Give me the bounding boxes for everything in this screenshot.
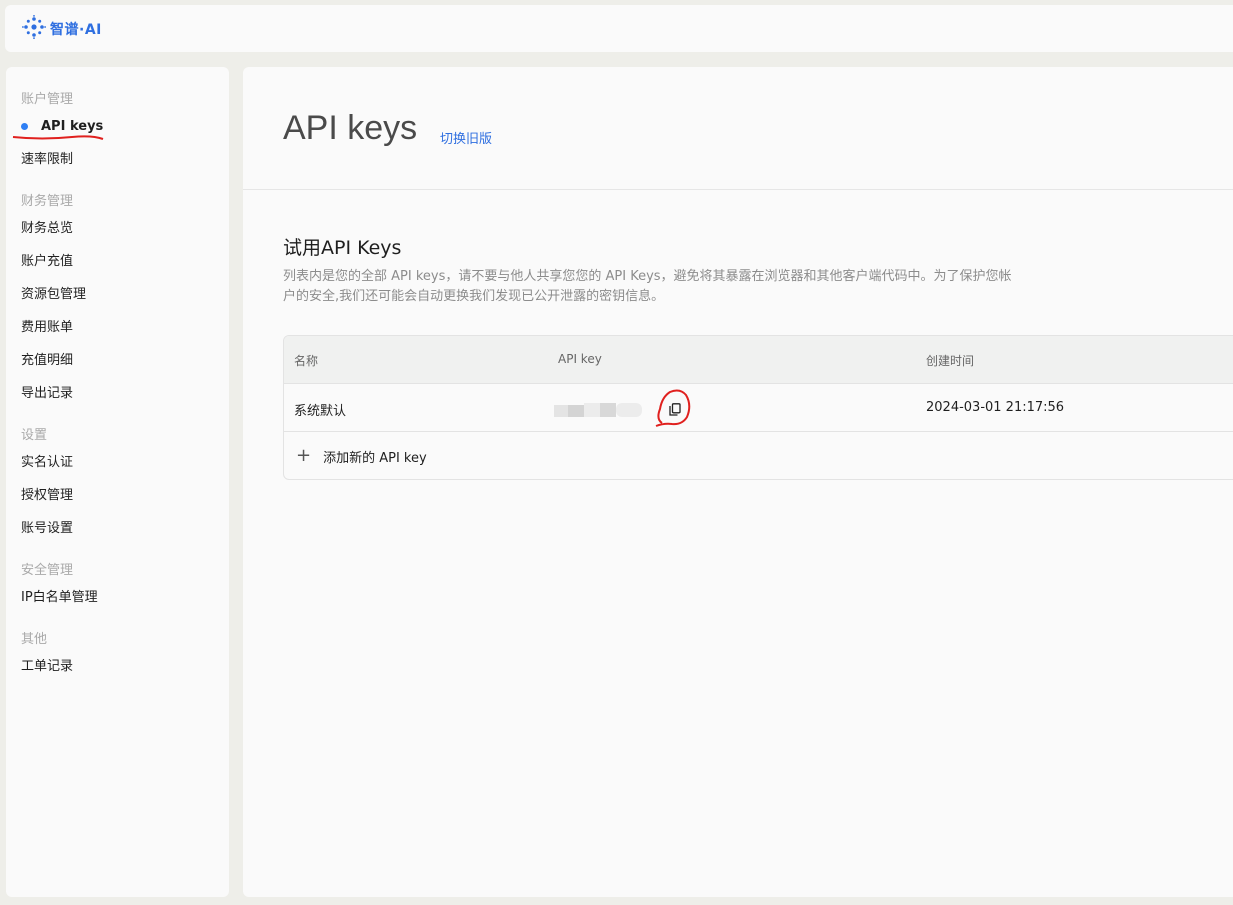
sidebar-group-title: 设置: [21, 428, 48, 443]
add-api-key-button[interactable]: + 添加新的 API key: [284, 432, 1233, 479]
page-title: API keys: [283, 109, 418, 147]
copy-key-button[interactable]: [664, 398, 686, 420]
section-description: 列表内是您的全部 API keys，请不要与他人共享您您的 API Keys，避…: [283, 269, 1012, 304]
sidebar-item-recharge-details[interactable]: 充值明细: [6, 344, 229, 377]
table-header: 名称 API key 创建时间: [284, 336, 1233, 384]
key-created-time: 2024-03-01 21:17:56: [926, 400, 1065, 415]
sidebar-item-rate-limit[interactable]: 速率限制: [6, 143, 229, 176]
active-dot-icon: [21, 123, 28, 130]
column-header-created: 创建时间: [926, 354, 975, 368]
red-underline-annotation: [12, 135, 104, 140]
page-header: API keys 切换旧版: [243, 67, 1233, 190]
masked-api-key: [554, 403, 642, 417]
column-header-name: 名称: [294, 354, 319, 368]
column-header-api-key: API key: [558, 352, 602, 366]
top-bar: 智谱·AI: [5, 5, 1233, 52]
key-name: 系统默认: [294, 404, 347, 419]
api-keys-table: 名称 API key 创建时间 系统默认 2024-03-01 21:17:56…: [283, 335, 1233, 480]
sidebar-item-api-keys[interactable]: API keys: [6, 110, 229, 143]
table-row: 系统默认 2024-03-01 21:17:56: [284, 384, 1233, 432]
sidebar: 账户管理 API keys 速率限制 财务管理 财务总览 账户充值 资源包管理 …: [6, 67, 229, 897]
sidebar-group-title: 其他: [21, 632, 48, 647]
sidebar-item-bills[interactable]: 费用账单: [6, 311, 229, 344]
sidebar-group-title: 账户管理: [21, 92, 74, 107]
add-api-key-label: 添加新的 API key: [323, 450, 427, 466]
brand-name: 智谱·AI: [50, 21, 102, 38]
sidebar-item-verification[interactable]: 实名认证: [6, 446, 229, 479]
main-panel: API keys 切换旧版 试用API Keys 列表内是您的全部 API ke…: [243, 67, 1233, 897]
sidebar-item-resource-packs[interactable]: 资源包管理: [6, 278, 229, 311]
sidebar-item-ip-whitelist[interactable]: IP白名单管理: [6, 581, 229, 614]
sidebar-group-title: 财务管理: [21, 194, 74, 209]
sidebar-item-finance-overview[interactable]: 财务总览: [6, 212, 229, 245]
sidebar-item-recharge[interactable]: 账户充值: [6, 245, 229, 278]
sidebar-item-account-settings[interactable]: 账号设置: [6, 512, 229, 545]
brand-logo[interactable]: 智谱·AI: [22, 14, 102, 43]
sidebar-item-authorization[interactable]: 授权管理: [6, 479, 229, 512]
section-title: 试用API Keys: [283, 237, 402, 259]
sidebar-item-tickets[interactable]: 工单记录: [6, 650, 229, 683]
switch-old-version-link[interactable]: 切换旧版: [440, 128, 492, 147]
logo-dots-icon: [22, 14, 46, 43]
sidebar-group-title: 安全管理: [21, 563, 74, 578]
copy-icon: [669, 402, 681, 416]
plus-icon: +: [296, 445, 312, 466]
sidebar-item-export-records[interactable]: 导出记录: [6, 377, 229, 410]
